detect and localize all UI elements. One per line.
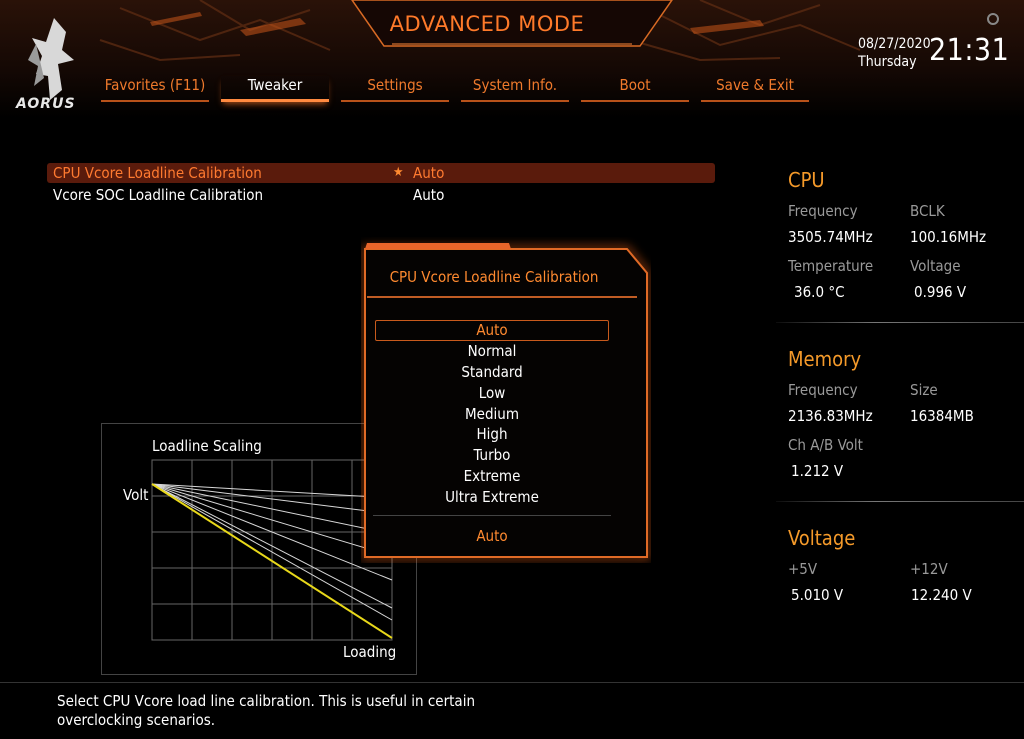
popup-option-high[interactable]: High [375,424,609,445]
voltage-5v-label: +5V [788,560,818,578]
mode-title: ADVANCED MODE [389,12,585,36]
settings-gear-icon[interactable] [987,13,999,25]
cpu-bclk-value: 100.16MHz [910,228,987,246]
cpu-frequency-value: 3505.74MHz [788,228,873,246]
memory-frequency-label: Frequency [788,381,858,399]
memory-frequency-value: 2136.83MHz [788,407,873,425]
voltage-5v-value: 5.010 V [791,586,844,604]
setting-label: CPU Vcore Loadline Calibration [53,164,262,182]
cpu-bclk-label: BCLK [910,202,945,220]
memory-volt-label: Ch A/B Volt [788,436,863,454]
popup-option-standard[interactable]: Standard [375,362,609,383]
voltage-section-title: Voltage [788,526,856,550]
setting-row-cpu-vcore-llc[interactable]: CPU Vcore Loadline Calibration ★ Auto [47,163,715,183]
voltage-12v-value: 12.240 V [911,586,972,604]
memory-size-value: 16384MB [910,407,974,425]
setting-value: Auto [413,186,445,204]
loadline-graph-plot [151,459,393,641]
graph-y-label: Volt [123,486,149,504]
popup-option-low[interactable]: Low [375,383,609,404]
memory-size-label: Size [910,381,938,399]
voltage-12v-label: +12V [910,560,948,578]
cpu-temp-value: 36.0 °C [794,283,845,301]
cpu-voltage-value: 0.996 V [914,283,967,301]
popup-divider [373,515,611,516]
popup-option-ultra-extreme[interactable]: Ultra Extreme [375,487,609,508]
cpu-temp-label: Temperature [788,257,874,275]
date-display: 08/27/2020 Thursday [858,35,931,71]
setting-label: Vcore SOC Loadline Calibration [53,186,264,204]
popup-option-turbo[interactable]: Turbo [375,445,609,466]
section-divider [776,322,1024,323]
favorite-star-icon[interactable]: ★ [393,163,404,183]
date-text: 08/27/2020 [858,36,931,52]
cpu-voltage-label: Voltage [910,257,961,275]
graph-x-label: Loading [343,643,397,661]
graph-title: Loadline Scaling [152,437,262,455]
popup-option-auto[interactable]: Auto [375,320,609,341]
tab-settings[interactable]: Settings [341,76,449,102]
help-divider [0,682,1024,683]
brand-logo-text: AORUS [16,96,76,112]
popup-current-value: Auto [476,527,508,545]
tab-system-info[interactable]: System Info. [461,76,569,102]
popup-option-normal[interactable]: Normal [375,341,609,362]
setting-value: Auto [413,164,445,182]
popup-title: CPU Vcore Loadline Calibration [389,268,599,286]
cpu-section-title: CPU [788,168,825,192]
section-divider [776,501,1024,502]
memory-section-title: Memory [788,347,862,371]
tab-favorites[interactable]: Favorites (F11) [101,76,209,102]
cpu-frequency-label: Frequency [788,202,858,220]
popup-option-medium[interactable]: Medium [375,404,609,425]
setting-row-vcore-soc-llc[interactable]: Vcore SOC Loadline Calibration Auto [47,185,715,205]
time-display: 21:31 [929,33,1010,68]
tab-save-exit[interactable]: Save & Exit [701,76,809,102]
tab-boot[interactable]: Boot [581,76,689,102]
tab-tweaker[interactable]: Tweaker [221,76,329,102]
help-text: Select CPU Vcore load line calibration. … [57,692,475,729]
weekday-text: Thursday [858,54,917,70]
popup-option-extreme[interactable]: Extreme [375,466,609,487]
memory-volt-value: 1.212 V [791,462,844,480]
